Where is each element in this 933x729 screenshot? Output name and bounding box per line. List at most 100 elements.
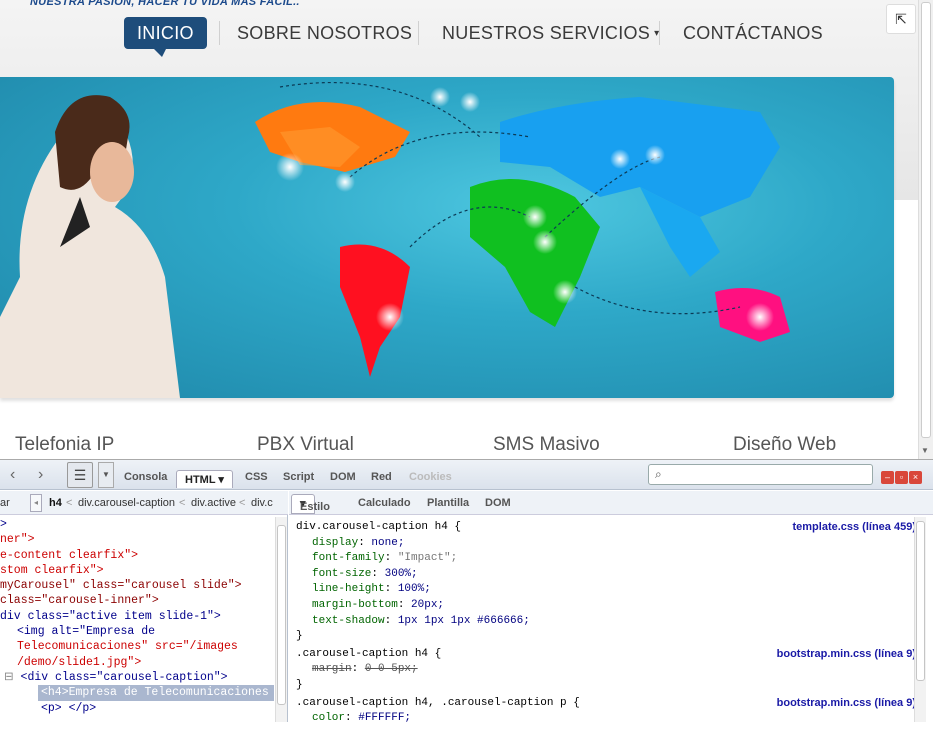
- search-icon: ⌕: [655, 467, 662, 481]
- breadcrumb-item[interactable]: ar: [0, 491, 10, 514]
- style-scrollbar[interactable]: [914, 517, 926, 722]
- service-sms-masivo[interactable]: SMS Masivo: [493, 434, 600, 456]
- breadcrumb: ar ◂ h4 < div.carousel-caption < div.act…: [0, 491, 288, 515]
- site-tagline: NUESTRA PASION, HACER TU VIDA MAS FACIL.…: [30, 0, 300, 8]
- tab-dom[interactable]: DOM: [330, 471, 356, 483]
- css-property: color: [312, 712, 346, 725]
- close-icon[interactable]: ×: [909, 471, 922, 484]
- nav-divider: [418, 21, 419, 45]
- nav-item-nuestros-servicios[interactable]: NUESTROS SERVICIOS ▾: [442, 17, 659, 49]
- css-declaration[interactable]: color: #FFFFFF;: [296, 711, 916, 727]
- style-panel: Estilo ▾ Calculado Plantilla DOM div.car…: [289, 491, 933, 724]
- css-property: font-size: [312, 567, 372, 580]
- tab-red[interactable]: Red: [371, 471, 392, 483]
- tab-consola[interactable]: Consola: [124, 471, 167, 483]
- tab-calculado[interactable]: Calculado: [358, 497, 411, 509]
- breadcrumb-separator: <: [179, 497, 186, 509]
- tab-css[interactable]: CSS: [245, 471, 268, 483]
- tree-node[interactable]: <img alt="Empresa de: [0, 624, 274, 639]
- collapse-toggle-icon[interactable]: ⊟: [4, 671, 21, 684]
- breadcrumb-scroll-left-icon[interactable]: ◂: [30, 494, 42, 512]
- firebug-panel: ‹ › ☰ ▼ Consola HTML ▾ CSS Script DOM Re…: [0, 459, 933, 724]
- scrollbar-thumb[interactable]: [916, 521, 925, 681]
- tree-scrollbar[interactable]: [275, 517, 287, 722]
- tree-node-text: Telecomunicaciones" src="/images: [17, 640, 238, 654]
- css-declaration[interactable]: font-family: "Impact";: [296, 551, 916, 567]
- tree-node[interactable]: Telecomunicaciones" src="/images: [0, 639, 274, 654]
- scrollbar-thumb[interactable]: [277, 525, 286, 705]
- css-source-link[interactable]: bootstrap.min.css (línea 9): [777, 696, 916, 712]
- nav-item-sobre-nosotros[interactable]: SOBRE NOSOTROS: [237, 17, 412, 49]
- tree-node[interactable]: /demo/slide1.jpg">: [0, 655, 274, 670]
- detach-icon[interactable]: ▫: [895, 471, 908, 484]
- exit-fullscreen-icon[interactable]: ⇱: [886, 4, 916, 34]
- css-rule: div.carousel-caption h4 { template.css (…: [296, 520, 916, 645]
- window-buttons: – ▫ ×: [881, 467, 923, 485]
- tab-estilo[interactable]: Estilo ▾: [291, 494, 330, 514]
- tab-dom-layout[interactable]: DOM: [485, 497, 511, 509]
- tree-node[interactable]: >: [0, 517, 274, 532]
- chevron-down-icon[interactable]: ▼: [98, 462, 114, 488]
- tree-node[interactable]: ⊟ <div class="carousel-caption">: [0, 670, 274, 685]
- css-declaration[interactable]: text-shadow: 1px 1px 1px #666666;: [296, 614, 916, 630]
- tree-node-text: <div class="carousel-caption">: [20, 670, 228, 684]
- minimize-icon[interactable]: –: [881, 471, 894, 484]
- main-nav: INICIO SOBRE NOSOTROS NUESTROS SERVICIOS…: [0, 17, 918, 57]
- breadcrumb-item[interactable]: div.active: [191, 491, 236, 514]
- css-property: margin-bottom: [312, 598, 398, 611]
- css-declaration[interactable]: margin-bottom: 20px;: [296, 598, 916, 614]
- nav-item-label: NUESTROS SERVICIOS: [442, 23, 651, 43]
- tree-node[interactable]: div class="active item slide-1">: [0, 609, 274, 624]
- tab-html[interactable]: HTML ▾: [176, 470, 233, 488]
- tree-node[interactable]: ner">: [0, 532, 274, 547]
- tree-node-selected[interactable]: <h4>Empresa de Telecomunicaciones <: [0, 685, 274, 701]
- tree-node-text: <p> </p>: [41, 701, 97, 715]
- service-diseno-web[interactable]: Diseño Web: [733, 434, 836, 456]
- css-property: margin: [312, 663, 352, 676]
- css-source-link[interactable]: bootstrap.min.css (línea 9): [777, 647, 916, 663]
- tree-node-text: ner">: [0, 533, 35, 547]
- css-declaration[interactable]: line-height: 100%;: [296, 582, 916, 598]
- css-source-link[interactable]: template.css (línea 459): [792, 520, 916, 536]
- tree-node-text: div class="active item slide-1">: [0, 609, 221, 623]
- breadcrumb-item[interactable]: h4: [49, 491, 62, 514]
- tree-node-text: /demo/slide1.jpg">: [17, 655, 142, 669]
- tab-plantilla[interactable]: Plantilla: [427, 497, 469, 509]
- nav-divider: [659, 21, 660, 45]
- tab-cookies[interactable]: Cookies: [409, 471, 452, 483]
- css-property: font-family: [312, 552, 385, 565]
- tab-script[interactable]: Script: [283, 471, 314, 483]
- scrollbar-thumb[interactable]: [921, 2, 931, 438]
- service-pbx-virtual[interactable]: PBX Virtual: [257, 434, 354, 456]
- hero-carousel-slide[interactable]: [0, 77, 894, 398]
- css-property: display: [312, 536, 359, 549]
- css-declaration-overridden[interactable]: margin: 0 0 5px;: [296, 662, 916, 678]
- tree-node-text: e-content clearfix">: [0, 548, 139, 562]
- breadcrumb-separator: <: [239, 497, 246, 509]
- nav-item-inicio[interactable]: INICIO: [124, 17, 207, 57]
- tree-node[interactable]: stom clearfix">: [0, 563, 274, 578]
- css-rule: .carousel-caption h4 { bootstrap.min.css…: [296, 647, 916, 694]
- breadcrumb-item[interactable]: div.carousel-caption: [78, 491, 175, 514]
- tree-node[interactable]: class="carousel-inner">: [0, 593, 274, 608]
- tree-node[interactable]: <p> </p>: [0, 701, 274, 716]
- firebug-search-input[interactable]: ⌕: [648, 464, 873, 485]
- nav-item-contactanos[interactable]: CONTÁCTANOS: [683, 17, 823, 49]
- scroll-down-icon[interactable]: ▼: [921, 446, 929, 455]
- css-value: "Impact";: [397, 552, 458, 565]
- css-value: 100%;: [397, 583, 431, 596]
- tree-node[interactable]: e-content clearfix">: [0, 548, 274, 563]
- page-scrollbar[interactable]: ▼: [918, 0, 933, 459]
- back-arrow-icon[interactable]: ‹: [10, 466, 15, 484]
- css-declaration[interactable]: font-size: 300%;: [296, 567, 916, 583]
- tab-estilo-label: Estilo: [300, 501, 330, 513]
- css-rule: .carousel-caption h4, .carousel-caption …: [296, 696, 916, 727]
- service-telefonia-ip[interactable]: Telefonia IP: [15, 434, 114, 456]
- css-declaration[interactable]: display: none;: [296, 536, 916, 552]
- tree-node[interactable]: myCarousel" class="carousel slide">: [0, 578, 274, 593]
- forward-arrow-icon[interactable]: ›: [38, 466, 43, 484]
- inspect-element-icon[interactable]: ☰: [67, 462, 93, 488]
- breadcrumb-item[interactable]: div.c: [251, 491, 273, 514]
- tree-node-text: <img alt="Empresa de: [17, 625, 156, 639]
- css-value: 20px;: [411, 598, 445, 611]
